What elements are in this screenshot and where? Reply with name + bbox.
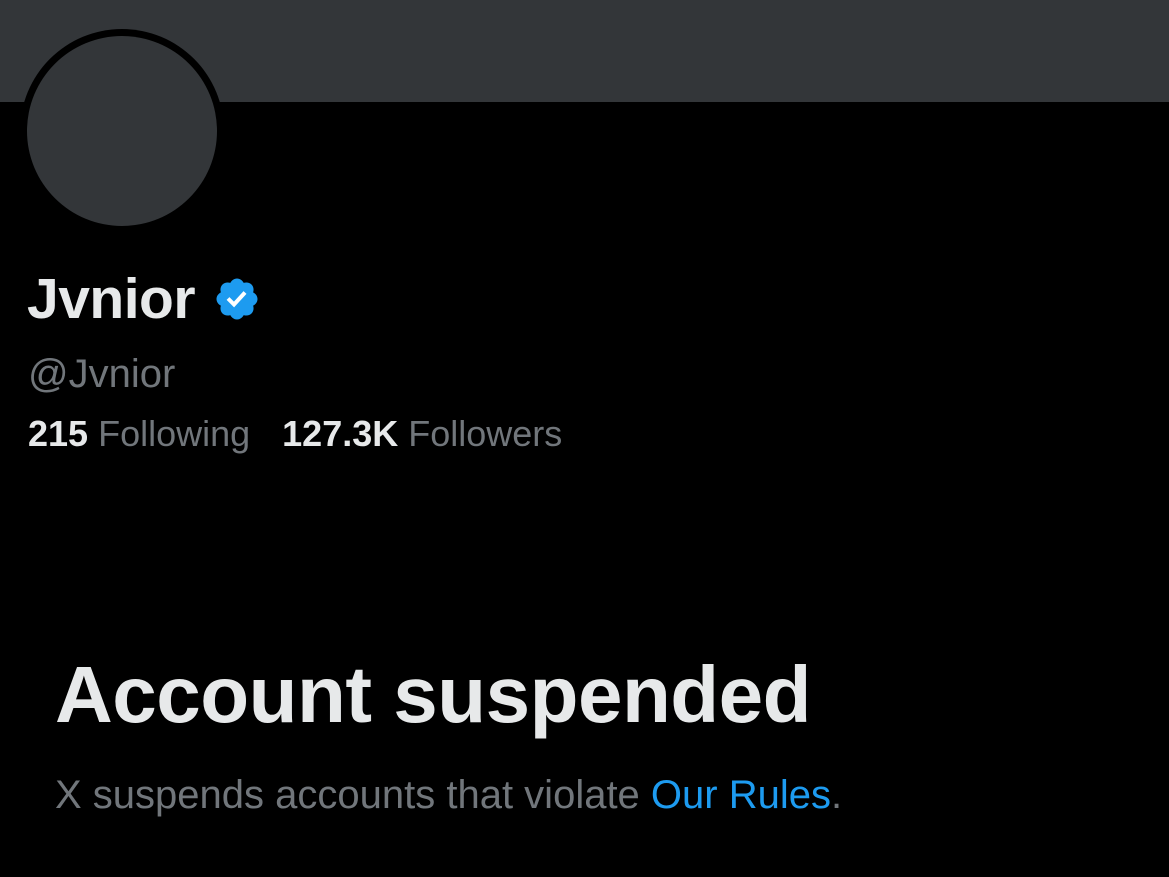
verified-badge-icon[interactable] [213,275,261,323]
avatar-placeholder [27,36,217,226]
our-rules-link[interactable]: Our Rules [651,773,831,817]
suspension-message-prefix: X suspends accounts that violate [55,773,651,817]
followers-link[interactable]: 127.3K Followers [282,412,562,456]
followers-count: 127.3K [282,413,399,454]
profile-stats: 215 Following 127.3K Followers [28,412,562,456]
followers-label: Followers [408,413,563,454]
profile-handle: @Jvnior [28,352,176,396]
suspension-title: Account suspended [55,650,812,739]
following-label: Following [98,413,251,454]
avatar[interactable] [20,29,224,233]
display-name: Jvnior [27,267,196,331]
suspension-message: X suspends accounts that violate Our Rul… [55,770,842,820]
following-link[interactable]: 215 Following [28,412,250,456]
following-count: 215 [28,413,89,454]
profile-name-row: Jvnior [27,266,261,332]
suspension-message-suffix: . [830,773,843,817]
